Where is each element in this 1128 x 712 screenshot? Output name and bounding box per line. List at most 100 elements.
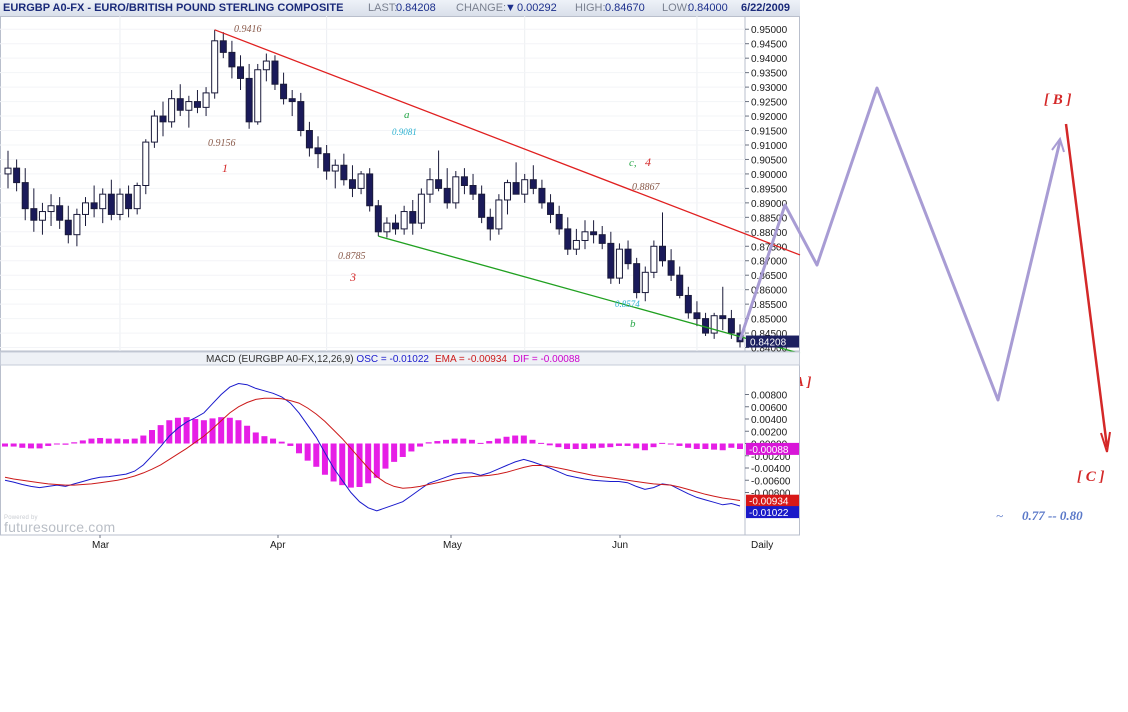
macd-histogram-bar <box>235 420 242 444</box>
time-axis-label: Jun <box>612 540 628 551</box>
macd-histogram-bar <box>494 438 501 444</box>
candle-body <box>400 211 408 230</box>
macd-histogram-bar <box>590 443 596 449</box>
macd-histogram-bar <box>200 420 207 444</box>
candle-body <box>13 167 21 184</box>
macd-histogram-bar <box>313 443 320 467</box>
macd-histogram-bar <box>598 443 605 448</box>
macd-histogram-bar <box>408 443 415 452</box>
candle-body <box>374 205 382 233</box>
candle-body <box>590 231 598 236</box>
candle-body <box>727 318 735 334</box>
chart-annotation: 0.8785 <box>338 251 366 262</box>
chart-annotation: 0.9416 <box>234 24 262 35</box>
candle-body <box>331 164 339 172</box>
chart-annotation: 1 <box>222 161 228 175</box>
macd-histogram-bar <box>512 435 519 444</box>
macd-histogram-bar <box>79 440 86 444</box>
candle-body <box>185 101 193 111</box>
macd-histogram-bar <box>659 442 666 444</box>
candle-body <box>529 179 537 189</box>
candle-body <box>607 242 615 279</box>
candle-body <box>254 69 262 123</box>
price-tick-label: 0.91000 <box>751 141 788 152</box>
candle-body <box>409 211 417 224</box>
macd-histogram-bar <box>27 443 34 449</box>
macd-histogram-bar <box>615 443 622 446</box>
macd-histogram-bar <box>166 420 173 444</box>
chart-date: 6/22/2009 <box>741 2 790 14</box>
macd-histogram-bar <box>373 443 380 478</box>
change-label: CHANGE: <box>456 2 507 14</box>
macd-histogram-bar <box>123 439 130 444</box>
candle-body <box>193 101 201 108</box>
macd-histogram-bar <box>564 443 571 450</box>
macd-histogram-bar <box>140 435 147 444</box>
macd-histogram-bar <box>226 417 233 444</box>
macd-histogram-bar <box>641 443 648 451</box>
chart-annotation: 0.9081 <box>392 127 417 137</box>
candle-body <box>348 179 356 189</box>
candle-body <box>366 173 374 207</box>
candle-body <box>693 312 701 320</box>
change-value: 0.00292 <box>517 2 557 14</box>
candle-body <box>555 213 563 230</box>
macd-histogram-bar <box>391 443 398 462</box>
price-tick-label: 0.94500 <box>751 40 788 51</box>
macd-histogram-bar <box>460 438 467 444</box>
macd-histogram-bar <box>105 438 112 444</box>
price-tick-label: 0.92500 <box>751 98 788 109</box>
candle-body <box>323 153 331 172</box>
last-label: LAST: <box>368 2 398 14</box>
candle-body <box>314 147 322 155</box>
candle-body <box>228 51 236 68</box>
candle-body <box>521 179 529 195</box>
projection-wave-label: [ C ] <box>1077 469 1105 485</box>
macd-histogram-bar <box>192 419 199 444</box>
macd-histogram-bar <box>36 443 43 449</box>
candle-body <box>503 182 511 201</box>
macd-histogram-bar <box>114 438 121 444</box>
macd-histogram-bar <box>676 443 683 446</box>
macd-histogram-bar <box>53 443 60 445</box>
price-tick-label: 0.89000 <box>751 199 788 210</box>
logo-text: futuresource.com <box>4 519 116 535</box>
price-tick-label: 0.90500 <box>751 155 788 166</box>
change-down-icon: ▼ <box>505 2 516 14</box>
macd-histogram-bar <box>244 425 251 444</box>
macd-histogram-bar <box>278 441 285 444</box>
candle-body <box>219 40 227 53</box>
macd-histogram-bar <box>633 443 640 449</box>
macd-histogram-bar <box>399 443 406 457</box>
macd-histogram-bar <box>685 443 692 448</box>
price-tick-label: 0.85500 <box>751 300 788 311</box>
candle-body <box>564 228 572 250</box>
candle-body <box>357 173 365 189</box>
chart-annotation: 0.8867 <box>632 182 661 193</box>
candle-body <box>417 193 425 224</box>
macd-value-label: -0.00088 <box>749 445 789 456</box>
macd-histogram-bar <box>737 443 743 450</box>
candle-body <box>598 234 606 244</box>
candle-body <box>262 60 270 71</box>
macd-histogram-bar <box>304 443 311 461</box>
macd-histogram-bar <box>252 432 259 444</box>
macd-histogram-bar <box>468 439 475 444</box>
price-tick-label: 0.87000 <box>751 257 788 268</box>
macd-histogram-bar <box>477 442 484 444</box>
candle-body <box>237 66 245 79</box>
candle-body <box>202 92 210 108</box>
macd-histogram-bar <box>425 442 432 444</box>
price-tick-label: 0.90000 <box>751 170 788 181</box>
macd-histogram-bar <box>10 443 17 447</box>
macd-histogram-bar <box>19 443 26 448</box>
candle-body <box>38 211 46 221</box>
candle-body <box>547 202 555 215</box>
macd-histogram-bar <box>339 443 346 486</box>
macd-histogram-bar <box>520 435 527 444</box>
candle-body <box>443 187 451 204</box>
candle-body <box>512 182 520 195</box>
candle-body <box>125 193 133 210</box>
macd-histogram-bar <box>45 443 52 446</box>
macd-histogram-bar <box>365 443 372 484</box>
